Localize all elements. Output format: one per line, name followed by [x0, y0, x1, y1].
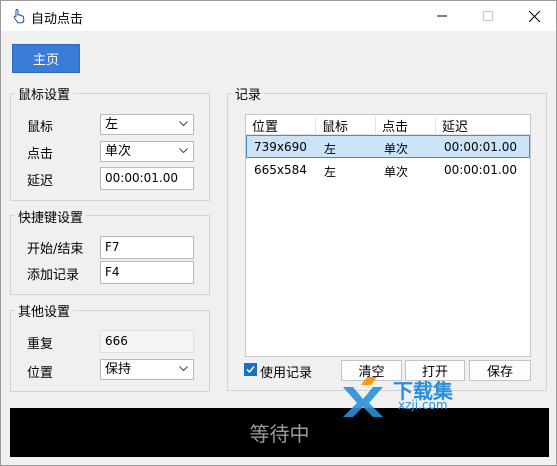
chevron-down-icon: [179, 148, 188, 154]
column-header-mouse[interactable]: 鼠标: [316, 116, 376, 135]
add-record-hotkey-input[interactable]: F4: [100, 261, 194, 284]
cell-click: 单次: [384, 142, 409, 156]
cell-position: 739x690: [254, 140, 307, 154]
cell-mouse: 左: [324, 142, 337, 156]
start-stop-label: 开始/结束: [27, 242, 84, 257]
records-title: 记录: [232, 84, 265, 103]
mouse-select-value: 左: [105, 117, 119, 132]
use-record-label[interactable]: 使用记录: [260, 362, 312, 381]
minimize-button[interactable]: [419, 1, 465, 31]
watermark-text-url: xzji.com: [398, 398, 448, 412]
table-row[interactable]: 739x690 左 单次 00:00:01.00: [246, 135, 530, 158]
column-header-position[interactable]: 位置: [246, 116, 316, 135]
other-settings-title: 其他设置: [15, 301, 74, 320]
position-mode-select[interactable]: 保持: [100, 359, 194, 380]
close-button[interactable]: [511, 1, 557, 31]
cell-delay: 00:00:01.00: [444, 140, 517, 154]
position-label: 位置: [27, 366, 54, 381]
repeat-label: 重复: [27, 337, 54, 352]
repeat-input[interactable]: 666: [100, 330, 194, 353]
records-list-header: 位置 鼠标 点击 延迟: [246, 115, 530, 135]
checkmark-icon: [246, 366, 255, 374]
table-row[interactable]: 665x584 左 单次 00:00:01.00: [246, 159, 530, 182]
records-list[interactable]: 位置 鼠标 点击 延迟 739x690 左 单次 00:00:01.00 665…: [245, 114, 531, 357]
title-bar: 自动点击: [1, 1, 556, 31]
home-button[interactable]: 主页: [12, 44, 80, 73]
hand-pointer-icon: [13, 8, 25, 24]
maximize-icon: [483, 11, 493, 21]
chevron-down-icon: [179, 121, 188, 127]
click-select-value: 单次: [105, 144, 132, 159]
hotkey-settings-title: 快捷键设置: [15, 207, 87, 226]
chevron-down-icon: [179, 366, 188, 372]
window-title: 自动点击: [31, 12, 84, 27]
start-stop-hotkey-input[interactable]: F7: [100, 236, 194, 259]
add-record-label: 添加记录: [27, 268, 80, 283]
app-window: 自动点击 主页 鼠标设置 鼠标 左 点击 单次 延迟 00:00:01.00 快…: [0, 0, 557, 466]
cell-click: 单次: [384, 165, 409, 179]
maximize-button[interactable]: [465, 1, 511, 31]
mouse-label: 鼠标: [27, 120, 54, 135]
position-select-value: 保持: [105, 362, 132, 377]
cell-position: 665x584: [254, 163, 307, 177]
mouse-settings-title: 鼠标设置: [15, 84, 74, 103]
column-header-delay[interactable]: 延迟: [436, 116, 530, 135]
use-record-checkbox[interactable]: [244, 363, 257, 376]
cell-mouse: 左: [324, 165, 337, 179]
delay-label: 延迟: [27, 174, 54, 189]
delay-input[interactable]: 00:00:01.00: [100, 167, 194, 190]
minimize-icon: [437, 15, 447, 17]
click-type-select[interactable]: 单次: [100, 141, 194, 162]
column-header-click[interactable]: 点击: [376, 116, 436, 135]
mouse-button-select[interactable]: 左: [100, 114, 194, 135]
cell-delay: 00:00:01.00: [444, 163, 517, 177]
close-icon: [528, 10, 540, 22]
status-text: 等待中: [249, 422, 310, 446]
click-label: 点击: [27, 147, 54, 162]
